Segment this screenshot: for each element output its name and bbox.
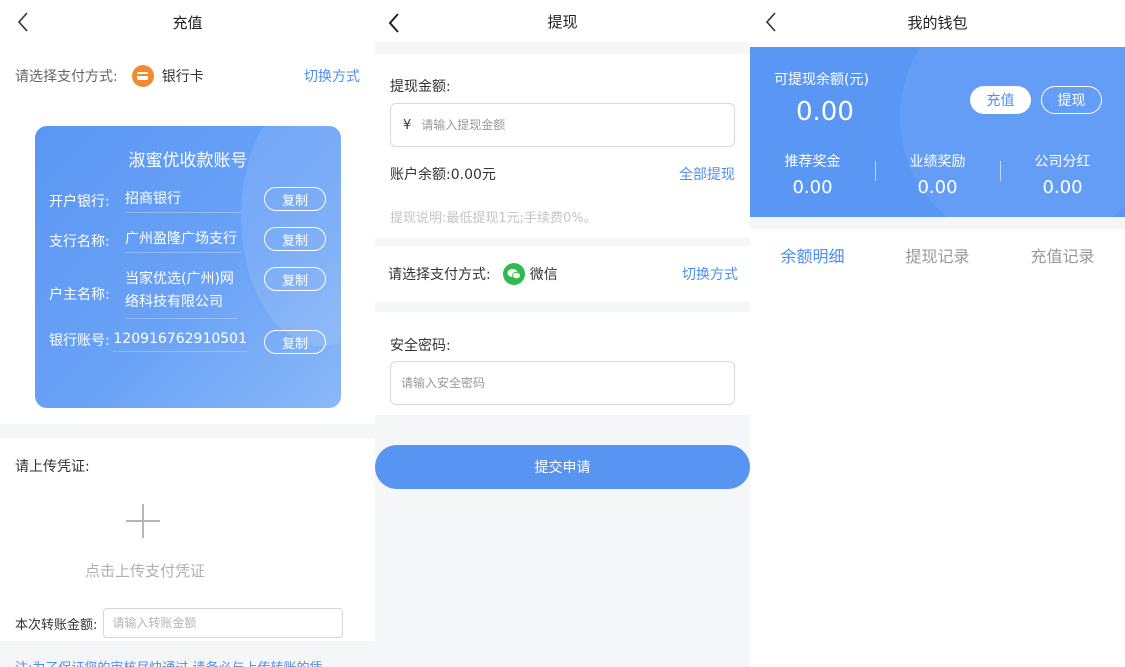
field-value: 广州盈隆广场支行 bbox=[125, 228, 241, 253]
copy-button[interactable]: 复制 bbox=[264, 330, 326, 354]
stat-company-dividend: 公司分红 0.00 bbox=[1000, 151, 1125, 198]
bank-card-icon bbox=[131, 65, 154, 87]
withdrawable-balance-value: 0.00 bbox=[796, 97, 854, 127]
field-label: 支行名称: bbox=[49, 233, 110, 250]
security-password-input[interactable] bbox=[390, 361, 735, 405]
field-value: 招商银行 bbox=[125, 188, 241, 213]
earnings-stats: 推荐奖金 0.00 业绩奖励 0.00 公司分红 0.00 bbox=[750, 151, 1125, 198]
section-divider bbox=[750, 217, 1125, 229]
balance-row: 账户余额:0.00元 全部提现 bbox=[390, 164, 735, 184]
page-title: 提现 bbox=[547, 12, 578, 31]
upload-section: 请上传凭证: 点击上传支付凭证 本次转账金额: bbox=[0, 424, 375, 641]
payment-method-label: 请选择支付方式: bbox=[15, 69, 118, 85]
recharge-screen: 充值 请选择支付方式: 银行卡 切换方式 淑蜜优收款账号 开户银行: 招商银行 … bbox=[0, 0, 375, 667]
upload-hint[interactable]: 点击上传支付凭证 bbox=[0, 560, 290, 581]
receiving-account-card: 淑蜜优收款账号 开户银行: 招商银行 复制 支行名称: 广州盈隆广场支行 复制 … bbox=[35, 126, 341, 408]
payment-method-row: 请选择支付方式: 微信 切换方式 bbox=[375, 246, 750, 302]
field-label: 银行账号: bbox=[49, 333, 110, 349]
notice-text: 注:为了保证您的审核尽快通过,请务必与上传转账的凭 bbox=[15, 657, 323, 667]
stat-label: 推荐奖金 bbox=[784, 154, 841, 170]
stat-referral-bonus: 推荐奖金 0.00 bbox=[750, 151, 875, 198]
stat-value: 0.00 bbox=[792, 177, 833, 198]
screens: 充值 请选择支付方式: 银行卡 切换方式 淑蜜优收款账号 开户银行: 招商银行 … bbox=[0, 0, 1125, 667]
payment-method-row: 请选择支付方式: 银行卡 切换方式 bbox=[0, 54, 375, 98]
account-balance: 账户余额:0.00元 bbox=[390, 167, 496, 183]
recharge-nav-bar: 充值 bbox=[0, 0, 375, 44]
back-chevron-icon[interactable] bbox=[14, 10, 34, 34]
transfer-amount-row: 本次转账金额: bbox=[15, 608, 344, 638]
plus-icon[interactable] bbox=[126, 504, 160, 538]
payment-method-label: 请选择支付方式: bbox=[388, 267, 491, 283]
transfer-amount-label: 本次转账金额: bbox=[15, 617, 98, 633]
withdraw-button[interactable]: 提现 bbox=[1041, 86, 1102, 114]
wechat-icon bbox=[502, 263, 525, 285]
field-label: 户主名称: bbox=[49, 286, 110, 303]
tab-recharge-records[interactable]: 充值记录 bbox=[1000, 229, 1125, 285]
withdraw-amount-input[interactable] bbox=[421, 118, 722, 132]
withdraw-nav-bar: 提现 bbox=[375, 0, 750, 42]
withdraw-amount-label: 提现金额: bbox=[390, 79, 451, 95]
notice-strip: 注:为了保证您的审核尽快通过,请务必与上传转账的凭 bbox=[0, 641, 375, 667]
stat-value: 0.00 bbox=[917, 177, 958, 198]
copy-button[interactable]: 复制 bbox=[264, 227, 326, 251]
payment-method-name: 微信 bbox=[529, 267, 558, 283]
switch-method-link[interactable]: 切换方式 bbox=[682, 264, 738, 284]
stat-label: 公司分红 bbox=[1034, 154, 1091, 170]
stat-performance-reward: 业绩奖励 0.00 bbox=[875, 151, 1000, 198]
payment-method-name: 银行卡 bbox=[161, 69, 204, 85]
field-value: 当家优选(广州)网络科技有限公司 bbox=[125, 268, 237, 319]
recharge-button[interactable]: 充值 bbox=[970, 86, 1031, 114]
stat-value: 0.00 bbox=[1042, 177, 1083, 198]
withdraw-screen: 提现 提现金额: ¥ 账户余额:0.00元 全部提现 提现说明:最低提现1元;手… bbox=[375, 0, 750, 667]
back-chevron-icon[interactable] bbox=[385, 11, 405, 35]
transfer-amount-input[interactable] bbox=[103, 608, 344, 638]
security-password-label: 安全密码: bbox=[390, 338, 451, 354]
withdraw-amount-field[interactable]: ¥ bbox=[390, 103, 735, 147]
record-tabs: 余额明细 提现记录 充值记录 bbox=[750, 229, 1125, 285]
currency-symbol: ¥ bbox=[403, 117, 412, 133]
page-title: 我的钱包 bbox=[907, 13, 968, 32]
selected-payment-method: 银行卡 bbox=[131, 65, 204, 87]
withdraw-all-link[interactable]: 全部提现 bbox=[679, 164, 735, 184]
page-title: 充值 bbox=[172, 13, 203, 32]
card-title: 淑蜜优收款账号 bbox=[128, 151, 248, 171]
stat-label: 业绩奖励 bbox=[909, 154, 966, 170]
tab-withdraw-records[interactable]: 提现记录 bbox=[875, 229, 1000, 285]
tab-balance-details[interactable]: 余额明细 bbox=[750, 229, 875, 285]
back-chevron-icon[interactable] bbox=[762, 10, 782, 34]
withdraw-amount-section: 提现金额: ¥ 账户余额:0.00元 全部提现 提现说明:最低提现1元;手续费0… bbox=[375, 54, 750, 238]
field-label: 开户银行: bbox=[49, 193, 110, 210]
upload-label: 请上传凭证: bbox=[15, 459, 90, 475]
switch-method-link[interactable]: 切换方式 bbox=[304, 66, 360, 86]
copy-button[interactable]: 复制 bbox=[264, 187, 326, 211]
submit-button[interactable]: 提交申请 bbox=[375, 445, 750, 489]
withdrawable-balance-label: 可提现余额(元) bbox=[774, 72, 869, 88]
copy-button[interactable]: 复制 bbox=[264, 267, 326, 291]
withdraw-note: 提现说明:最低提现1元;手续费0%。 bbox=[390, 211, 597, 226]
wallet-nav-bar: 我的钱包 bbox=[750, 0, 1125, 44]
wallet-screen: 我的钱包 可提现余额(元) 0.00 充值 提现 推荐奖金 0.00 业绩奖励 … bbox=[750, 0, 1125, 667]
wallet-balance-card: 可提现余额(元) 0.00 充值 提现 推荐奖金 0.00 业绩奖励 0.00 … bbox=[750, 47, 1125, 217]
field-value: 120916762910501 bbox=[113, 331, 247, 352]
security-password-section: 安全密码: bbox=[375, 312, 750, 415]
